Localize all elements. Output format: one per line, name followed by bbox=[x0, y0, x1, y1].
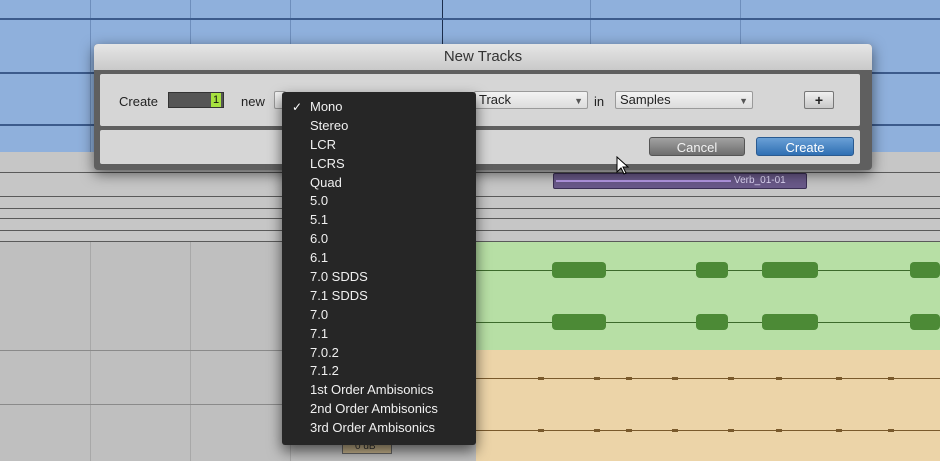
checkmark-icon: ✓ bbox=[292, 100, 303, 114]
create-label: Create bbox=[119, 94, 159, 109]
audio-region[interactable] bbox=[696, 314, 728, 330]
timebase-value: Samples bbox=[620, 92, 671, 107]
chevron-down-icon: ▼ bbox=[739, 96, 748, 106]
dialog-buttons-row: Cancel Create bbox=[100, 130, 860, 164]
audio-region[interactable] bbox=[552, 262, 606, 278]
clip-name: Verb_01-01 bbox=[734, 175, 786, 186]
audio-track-lane-tan[interactable] bbox=[476, 350, 940, 461]
menu-item-stereo[interactable]: Stereo bbox=[282, 117, 476, 136]
menu-item-2nd-order-ambisonics[interactable]: 2nd Order Ambisonics bbox=[282, 400, 476, 419]
menu-item-3rd-order-ambisonics[interactable]: 3rd Order Ambisonics bbox=[282, 419, 476, 438]
menu-item-7-1-sdds[interactable]: 7.1 SDDS bbox=[282, 287, 476, 306]
waveform-line bbox=[0, 18, 940, 20]
menu-item-6-0[interactable]: 6.0 bbox=[282, 230, 476, 249]
new-label: new bbox=[241, 94, 265, 109]
track-type-value: Track bbox=[479, 92, 512, 107]
new-tracks-dialog: New Tracks Create 1 new Track ▼ in Sampl… bbox=[94, 44, 872, 170]
in-label: in bbox=[594, 94, 605, 109]
clip-waveform bbox=[556, 180, 731, 182]
menu-item-quad[interactable]: Quad bbox=[282, 174, 476, 193]
track-type-select[interactable]: Track ▼ bbox=[474, 91, 588, 109]
audio-region[interactable] bbox=[552, 314, 606, 330]
track-count-input[interactable]: 1 bbox=[168, 92, 224, 108]
audio-region[interactable] bbox=[762, 262, 818, 278]
audio-clip-verb[interactable]: Verb_01-01 bbox=[553, 173, 807, 189]
menu-item-7-0-2[interactable]: 7.0.2 bbox=[282, 344, 476, 363]
audio-region[interactable] bbox=[910, 314, 940, 330]
audio-region[interactable] bbox=[910, 262, 940, 278]
add-row-button[interactable]: + bbox=[804, 91, 834, 109]
audio-region[interactable] bbox=[696, 262, 728, 278]
menu-item-6-1[interactable]: 6.1 bbox=[282, 249, 476, 268]
menu-item-7-1[interactable]: 7.1 bbox=[282, 325, 476, 344]
channel-format-menu: ✓ Mono Stereo LCR LCRS Quad 5.0 5.1 6.0 … bbox=[282, 92, 476, 445]
audio-track-lane-green[interactable] bbox=[476, 242, 940, 350]
mouse-pointer-icon bbox=[616, 156, 630, 175]
create-button[interactable]: Create bbox=[756, 137, 854, 156]
menu-item-lcrs[interactable]: LCRS bbox=[282, 155, 476, 174]
audio-region[interactable] bbox=[762, 314, 818, 330]
menu-item-5-0[interactable]: 5.0 bbox=[282, 192, 476, 211]
menu-item-5-1[interactable]: 5.1 bbox=[282, 211, 476, 230]
dialog-title: New Tracks bbox=[94, 44, 872, 70]
menu-item-1st-order-ambisonics[interactable]: 1st Order Ambisonics bbox=[282, 381, 476, 400]
track-count-value: 1 bbox=[211, 93, 221, 107]
cancel-button[interactable]: Cancel bbox=[649, 137, 745, 156]
menu-item-7-1-2[interactable]: 7.1.2 bbox=[282, 362, 476, 381]
menu-item-lcr[interactable]: LCR bbox=[282, 136, 476, 155]
timebase-select[interactable]: Samples ▼ bbox=[615, 91, 753, 109]
menu-item-7-0-sdds[interactable]: 7.0 SDDS bbox=[282, 268, 476, 287]
menu-item-7-0[interactable]: 7.0 bbox=[282, 306, 476, 325]
chevron-down-icon: ▼ bbox=[574, 96, 583, 106]
track-spec-row: Create 1 new Track ▼ in Samples ▼ + bbox=[100, 74, 860, 126]
menu-item-mono[interactable]: ✓ Mono bbox=[282, 98, 476, 117]
